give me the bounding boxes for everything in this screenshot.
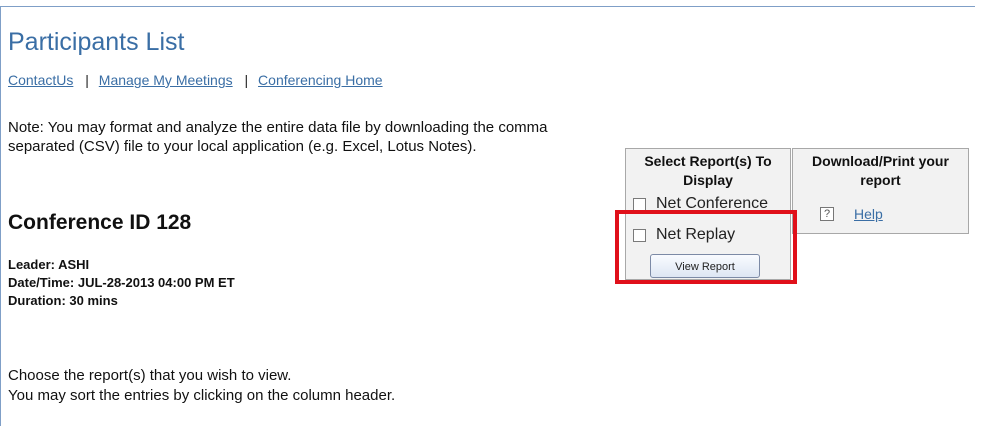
conference-meta: Leader: ASHI Date/Time: JUL-28-2013 04:0…	[8, 256, 235, 310]
help-link[interactable]: Help	[854, 206, 883, 222]
frame-top-border	[0, 6, 975, 7]
csv-note: Note: You may format and analyze the ent…	[8, 119, 548, 155]
net-conference-option[interactable]: Net Conference	[633, 195, 768, 213]
help-icon[interactable]: ?	[820, 207, 834, 221]
duration-text: Duration: 30 mins	[8, 293, 118, 308]
conference-id-heading: Conference ID 128	[8, 211, 192, 234]
nav-separator: |	[244, 72, 249, 88]
instructions-line-1: Choose the report(s) that you wish to vi…	[8, 367, 292, 384]
help-row: ? Help	[820, 206, 883, 222]
nav-separator: |	[85, 72, 89, 88]
download-print-title: Download/Print your report	[812, 153, 949, 188]
manage-meetings-link[interactable]: Manage My Meetings	[99, 72, 233, 88]
net-conference-checkbox[interactable]	[633, 197, 646, 211]
download-print-panel: Download/Print your report ? Help	[792, 148, 969, 234]
view-report-button[interactable]: View Report	[650, 254, 760, 278]
datetime-text: Date/Time: JUL-28-2013 04:00 PM ET	[8, 275, 235, 290]
page-title: Participants List	[8, 28, 185, 56]
nav-links: ContactUs | Manage My Meetings | Confere…	[8, 72, 383, 88]
frame-left-border	[0, 6, 1, 426]
select-report-title: Select Report(s) To Display	[644, 153, 772, 188]
net-replay-option[interactable]: Net Replay	[633, 226, 735, 244]
net-replay-checkbox[interactable]	[633, 228, 646, 242]
instructions-line-2: You may sort the entries by clicking on …	[8, 387, 396, 404]
contact-us-link[interactable]: ContactUs	[8, 72, 73, 88]
leader-text: Leader: ASHI	[8, 257, 90, 272]
net-conference-label: Net Conference	[656, 195, 769, 212]
instructions: Choose the report(s) that you wish to vi…	[8, 366, 395, 406]
net-replay-label: Net Replay	[656, 226, 736, 243]
conferencing-home-link[interactable]: Conferencing Home	[258, 72, 383, 88]
select-report-panel: Select Report(s) To Display Net Conferen…	[625, 148, 791, 280]
